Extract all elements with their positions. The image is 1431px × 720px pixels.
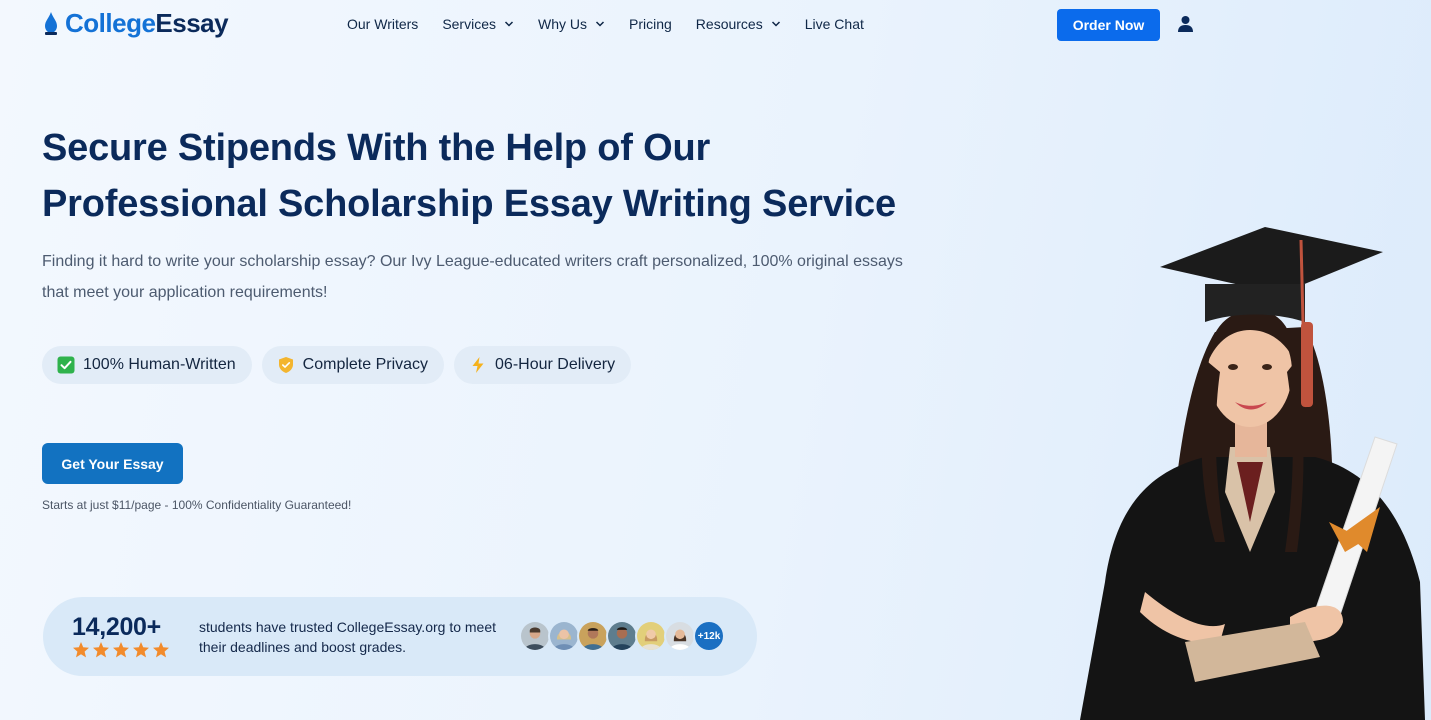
logo-text: CollegeEssay <box>65 8 229 38</box>
lightning-icon <box>472 357 484 373</box>
avatar <box>606 620 638 652</box>
feature-badges: 100% Human-Written Complete Privacy 06-H… <box>42 346 632 384</box>
page-title: Secure Stipends With the Help of Our Pro… <box>42 120 942 232</box>
avatar <box>577 620 609 652</box>
avatar <box>635 620 667 652</box>
trust-banner: 14,200+ students have trusted CollegeEss… <box>43 597 757 676</box>
nav-label: Pricing <box>629 16 672 32</box>
logo[interactable]: CollegeEssay <box>43 8 229 38</box>
nav-item-services[interactable]: Services <box>442 14 514 34</box>
star-icon <box>73 642 89 658</box>
chevron-down-icon <box>504 21 514 27</box>
nav-item-live-chat[interactable]: Live Chat <box>805 14 864 34</box>
badge-human-written: 100% Human-Written <box>42 346 252 384</box>
nav-label: Live Chat <box>804 16 864 32</box>
badge-complete-privacy: Complete Privacy <box>261 346 445 384</box>
order-now-button[interactable]: Order Now <box>1057 9 1160 41</box>
ink-drop-icon <box>45 12 57 35</box>
chevron-down-icon <box>771 21 780 27</box>
badge-label: 100% Human-Written <box>83 356 236 373</box>
logo-text-part1: College <box>65 8 156 38</box>
nav-item-resources[interactable]: Resources <box>696 14 781 34</box>
site-header: CollegeEssay Our Writers Services Why Us… <box>0 0 1431 48</box>
trust-text: students have trusted CollegeEssay.org t… <box>199 619 497 655</box>
badge-label: 06-Hour Delivery <box>495 356 616 373</box>
logo-text-part2: Essay <box>155 8 229 38</box>
badge-label: Complete Privacy <box>302 356 429 373</box>
rating-stars <box>72 641 170 659</box>
nav-label: Services <box>442 16 496 32</box>
student-avatars: +12k <box>519 620 725 652</box>
nav-label: Our Writers <box>347 16 419 32</box>
badge-delivery: 06-Hour Delivery <box>454 346 632 384</box>
cta-note: Starts at just $11/page - 100% Confident… <box>42 498 352 512</box>
nav-item-pricing[interactable]: Pricing <box>629 14 672 34</box>
chevron-down-icon <box>595 21 605 27</box>
check-icon <box>57 356 75 374</box>
page-title-line2: Professional Scholarship Essay Writing S… <box>42 183 896 225</box>
star-icon <box>133 642 149 658</box>
user-icon[interactable] <box>1177 15 1194 33</box>
avatar <box>519 620 551 652</box>
page-title-line1: Secure Stipends With the Help of Our <box>42 127 711 169</box>
avatar <box>548 620 580 652</box>
main-nav: Our Writers Services Why Us Pricing Reso… <box>347 14 864 34</box>
get-your-essay-button[interactable]: Get Your Essay <box>42 443 183 484</box>
nav-item-our-writers[interactable]: Our Writers <box>347 14 418 34</box>
avatar <box>664 620 696 652</box>
more-students-badge: +12k <box>693 620 725 652</box>
shield-icon <box>278 357 293 373</box>
nav-label: Why Us <box>538 16 587 32</box>
hero-subtitle: Finding it hard to write your scholarshi… <box>42 253 903 301</box>
student-count: 14,200+ <box>72 613 161 641</box>
nav-item-why-us[interactable]: Why Us <box>538 14 605 34</box>
nav-label: Resources <box>695 16 763 32</box>
star-icon <box>113 642 129 658</box>
star-icon <box>93 642 109 658</box>
star-icon <box>153 642 169 658</box>
graduate-student-image <box>1080 227 1425 720</box>
